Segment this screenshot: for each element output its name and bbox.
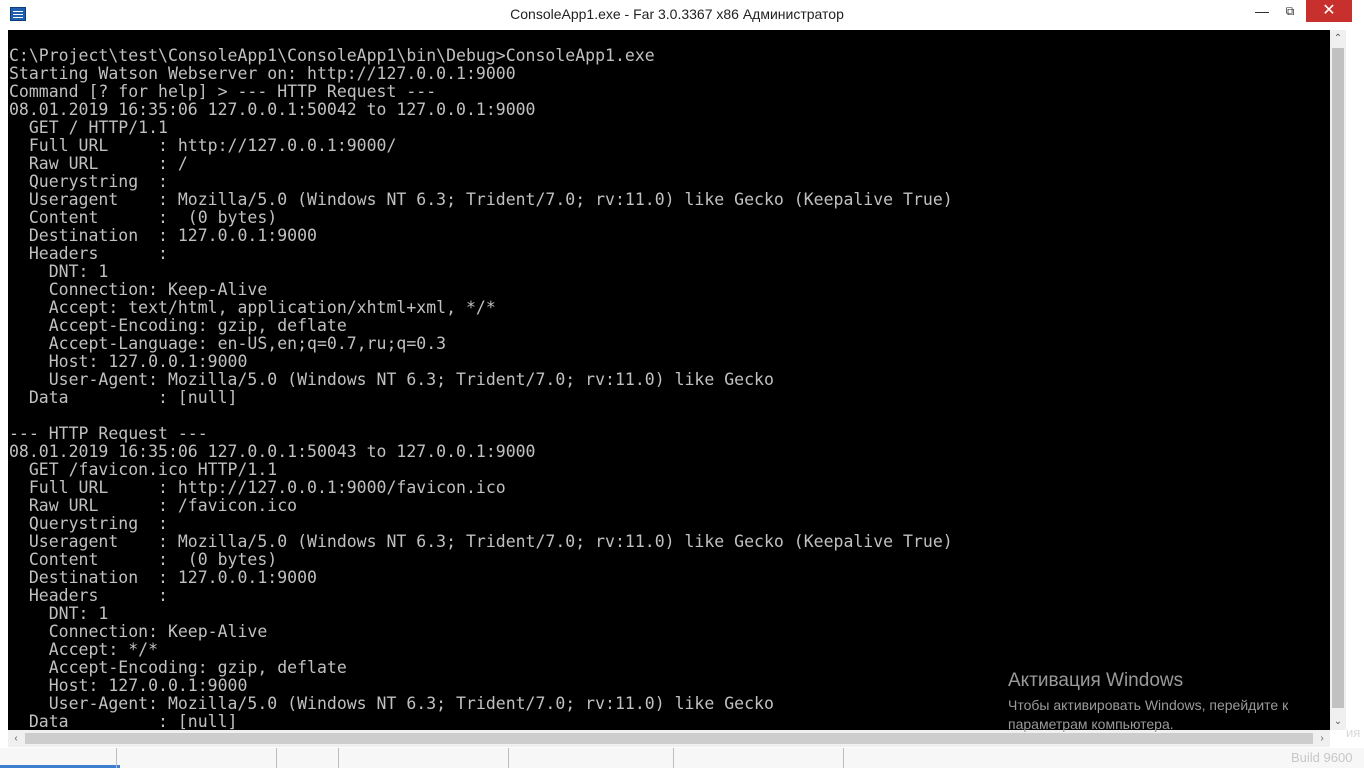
console-line: GET / HTTP/1.1 — [9, 118, 168, 137]
taskbar-strip — [0, 748, 1364, 768]
console-line: Full URL : http://127.0.0.1:9000/favicon… — [9, 478, 506, 497]
console-line: Content : (0 bytes) — [9, 550, 278, 569]
console-line: Destination : 127.0.0.1:9000 — [9, 226, 317, 245]
console-line: 08.01.2019 16:35:06 127.0.0.1:50043 to 1… — [9, 442, 536, 461]
console-line: Accept-Encoding: gzip, deflate — [9, 658, 347, 677]
console-line: Destination : 127.0.0.1:9000 — [9, 568, 317, 587]
console-line: Accept-Language: en-US,en;q=0.7,ru;q=0.3 — [9, 334, 447, 353]
console-window: ConsoleApp1.exe - Far 3.0.3367 x86 Админ… — [0, 0, 1364, 768]
console-line: Host: 127.0.0.1:9000 — [9, 352, 248, 371]
close-button[interactable]: ✕ — [1306, 0, 1352, 22]
console-line: Full URL : http://127.0.0.1:9000/ — [9, 136, 397, 155]
taskbar-divider — [843, 748, 844, 768]
console-line: Headers : — [9, 586, 168, 605]
console-line: User-Agent: Mozilla/5.0 (Windows NT 6.3;… — [9, 370, 774, 389]
console-line: Headers : — [9, 244, 168, 263]
console-line: DNT: 1 — [9, 604, 109, 623]
scroll-down-arrow-icon[interactable]: ⌄ — [1330, 713, 1346, 730]
console-output-area[interactable]: C:\Project\test\ConsoleApp1\ConsoleApp1\… — [8, 30, 1330, 730]
watermark-text: Чтобы активировать Windows, перейдите к … — [1008, 697, 1289, 732]
console-line: Data : [null] — [9, 388, 238, 407]
console-line: User-Agent: Mozilla/5.0 (Windows NT 6.3;… — [9, 694, 774, 713]
console-line: Querystring : — [9, 172, 168, 191]
taskbar-divider — [673, 748, 674, 768]
console-line: Accept-Encoding: gzip, deflate — [9, 316, 347, 335]
vertical-scrollbar[interactable]: ⌃ ⌄ — [1330, 30, 1346, 730]
build-label: Build 9600 — [1291, 750, 1353, 765]
console-line: Raw URL : / — [9, 154, 188, 173]
minimize-button[interactable]: — — [1250, 0, 1274, 22]
console-line: C:\Project\test\ConsoleApp1\ConsoleApp1\… — [9, 46, 655, 65]
taskbar-divider — [116, 748, 117, 768]
taskbar-divider — [276, 748, 277, 768]
console-line: --- HTTP Request --- — [9, 424, 208, 443]
watermark-title: Активация Windows — [1008, 670, 1184, 691]
console-line: Accept: text/html, application/xhtml+xml… — [9, 298, 496, 317]
console-text: C:\Project\test\ConsoleApp1\ConsoleApp1\… — [9, 46, 953, 731]
console-line: Data : [null] — [9, 712, 238, 731]
console-line: Command [? for help] > --- HTTP Request … — [9, 82, 437, 101]
console-line: Accept: */* — [9, 640, 159, 659]
console-line: Connection: Keep-Alive — [9, 280, 268, 299]
console-line: Starting Watson Webserver on: http://127… — [9, 64, 516, 83]
title-bar[interactable]: ConsoleApp1.exe - Far 3.0.3367 x86 Админ… — [0, 0, 1364, 30]
horizontal-scroll-thumb[interactable] — [25, 733, 1313, 744]
scroll-left-arrow-icon[interactable]: ‹ — [8, 730, 24, 747]
vertical-scroll-thumb[interactable] — [1332, 48, 1344, 708]
restore-button[interactable]: ⧉ — [1278, 0, 1302, 22]
console-line: GET /favicon.ico HTTP/1.1 — [9, 460, 278, 479]
console-line: DNT: 1 — [9, 262, 109, 281]
console-line: Host: 127.0.0.1:9000 — [9, 676, 248, 695]
console-line: Connection: Keep-Alive — [9, 622, 268, 641]
console-line: Useragent : Mozilla/5.0 (Windows NT 6.3;… — [9, 190, 953, 209]
taskbar-divider — [338, 748, 339, 768]
window-title: ConsoleApp1.exe - Far 3.0.3367 x86 Админ… — [510, 6, 844, 22]
console-line: 08.01.2019 16:35:06 127.0.0.1:50042 to 1… — [9, 100, 536, 119]
background-side-text: ия — [1346, 725, 1361, 740]
scroll-up-arrow-icon[interactable]: ⌃ — [1330, 30, 1346, 47]
windows-activation-watermark: Активация Windows Чтобы активировать Win… — [1008, 670, 1318, 734]
console-line: Querystring : — [9, 514, 168, 533]
console-line: Raw URL : /favicon.ico — [9, 496, 298, 515]
taskbar-divider — [508, 748, 509, 768]
console-line: Useragent : Mozilla/5.0 (Windows NT 6.3;… — [9, 532, 953, 551]
console-line: Content : (0 bytes) — [9, 208, 278, 227]
